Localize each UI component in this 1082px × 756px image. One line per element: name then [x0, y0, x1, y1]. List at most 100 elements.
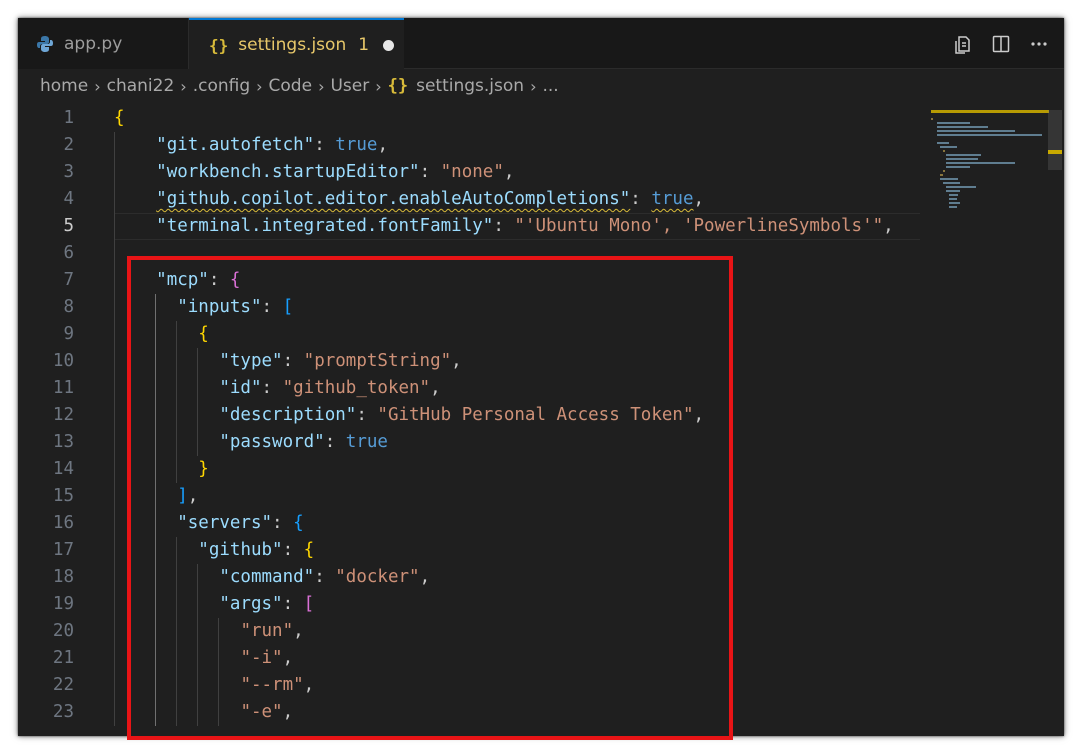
line-number: 7	[63, 270, 74, 290]
chevron-right-icon: ›	[256, 76, 263, 96]
line-number: 15	[52, 486, 74, 506]
minimap[interactable]	[931, 112, 1051, 222]
minimap-line	[946, 158, 978, 160]
line-code: "-e",	[240, 702, 294, 722]
line-number: 5	[63, 216, 74, 236]
line-number: 3	[63, 162, 74, 182]
minimap-line	[940, 146, 957, 148]
breadcrumb-item-chani22[interactable]: chani22	[107, 76, 175, 96]
line-number: 20	[52, 621, 74, 641]
minimap-line	[943, 150, 945, 152]
line-code: "mcp": {	[156, 270, 241, 290]
minimap-line	[946, 190, 960, 192]
minimap-line	[949, 194, 958, 196]
line-number: 4	[63, 189, 74, 209]
line-code: "-i",	[240, 648, 294, 668]
line-number: 17	[52, 540, 74, 560]
minimap-line	[937, 130, 1015, 132]
open-changes-icon[interactable]	[952, 33, 974, 55]
chevron-right-icon: ›	[94, 76, 101, 96]
code-line: 16 "servers": {	[18, 510, 1064, 537]
line-code: "inputs": [	[177, 297, 294, 317]
line-number: 11	[52, 378, 74, 398]
code-line: 10 "type": "promptString",	[18, 348, 1064, 375]
chevron-right-icon: ›	[180, 76, 187, 96]
line-number: 19	[52, 594, 74, 614]
code-line: 6	[18, 240, 1064, 267]
line-code: "type": "promptString",	[219, 351, 462, 371]
line-number: 21	[52, 648, 74, 668]
editor-tab-bar: app.py {} settings.json 1	[18, 18, 1064, 70]
unsaved-dot-icon[interactable]	[383, 39, 395, 51]
scrollbar[interactable]	[1048, 110, 1062, 170]
line-number: 10	[52, 351, 74, 371]
line-number: 12	[52, 405, 74, 425]
line-code: "id": "github_token",	[219, 378, 441, 398]
breadcrumb: home › chani22 › .config › Code › User ›…	[40, 73, 559, 99]
code-line: 19 "args": [	[18, 591, 1064, 618]
line-code: ],	[177, 486, 199, 506]
line-number: 13	[52, 432, 74, 452]
minimap-line	[949, 198, 957, 200]
tab-settings-json[interactable]: {} settings.json 1	[189, 18, 404, 70]
minimap-line	[946, 166, 970, 168]
more-actions-icon[interactable]	[1028, 33, 1050, 55]
line-code: "terminal.integrated.fontFamily": "'Ubun…	[156, 216, 894, 236]
code-line: 9 {	[18, 321, 1064, 348]
chevron-right-icon: ›	[375, 76, 382, 96]
breadcrumb-item-user[interactable]: User	[330, 76, 369, 96]
minimap-line	[931, 118, 933, 120]
minimap-line	[940, 178, 958, 180]
code-line: 15 ],	[18, 483, 1064, 510]
line-code: "description": "GitHub Personal Access T…	[219, 405, 705, 425]
code-line: 23 "-e",	[18, 699, 1064, 726]
minimap-line	[937, 134, 1042, 136]
line-code: {	[198, 324, 209, 344]
line-code: "--rm",	[240, 675, 315, 695]
breadcrumb-item-symbols[interactable]: ...	[542, 76, 558, 96]
line-code: "github.copilot.editor.enableAutoComplet…	[156, 189, 705, 209]
breadcrumb-item-code[interactable]: Code	[269, 76, 313, 96]
minimap-line	[946, 154, 981, 156]
code-line: 13 "password": true	[18, 429, 1064, 456]
tab-app-py[interactable]: app.py	[18, 18, 189, 69]
code-line: 20 "run",	[18, 618, 1064, 645]
minimap-line	[937, 126, 988, 128]
line-number: 2	[63, 135, 74, 155]
code-editor[interactable]: 1{ 2 "git.autofetch": true, 3 "workbench.s…	[18, 105, 1064, 736]
minimap-line	[937, 122, 970, 124]
scrollbar-warning-marker	[1048, 150, 1062, 154]
json-braces-icon: {}	[387, 76, 409, 96]
code-line: 14 }	[18, 456, 1064, 483]
line-number: 22	[52, 675, 74, 695]
breadcrumb-item-config[interactable]: .config	[193, 76, 250, 96]
code-line: 1{	[18, 105, 1064, 132]
line-number: 16	[52, 513, 74, 533]
tab-label: app.py	[64, 33, 123, 54]
python-icon	[36, 35, 54, 53]
line-code: "args": [	[219, 594, 315, 614]
split-editor-icon[interactable]	[990, 33, 1012, 55]
breadcrumb-item-home[interactable]: home	[40, 76, 88, 96]
line-number: 14	[52, 459, 74, 479]
minimap-line	[943, 182, 960, 184]
line-code: "workbench.startupEditor": "none",	[156, 162, 515, 182]
minimap-line	[946, 186, 976, 188]
minimap-line	[946, 162, 1015, 164]
line-code: "run",	[240, 621, 304, 641]
code-line: 12 "description": "GitHub Personal Acces…	[18, 402, 1064, 429]
minimap-line	[943, 170, 945, 172]
line-code: }	[198, 459, 209, 479]
editor-actions	[952, 18, 1050, 69]
code-line: 17 "github": {	[18, 537, 1064, 564]
line-number: 6	[63, 243, 74, 263]
json-braces-icon: {}	[209, 35, 229, 55]
code-line: 8 "inputs": [	[18, 294, 1064, 321]
line-code: "git.autofetch": true,	[156, 135, 388, 155]
chevron-right-icon: ›	[530, 76, 537, 96]
breadcrumb-item-file[interactable]: settings.json	[416, 76, 524, 96]
line-code: "command": "docker",	[219, 567, 431, 587]
minimap-line	[937, 142, 949, 144]
line-number: 18	[52, 567, 74, 587]
minimap-line	[949, 202, 960, 204]
